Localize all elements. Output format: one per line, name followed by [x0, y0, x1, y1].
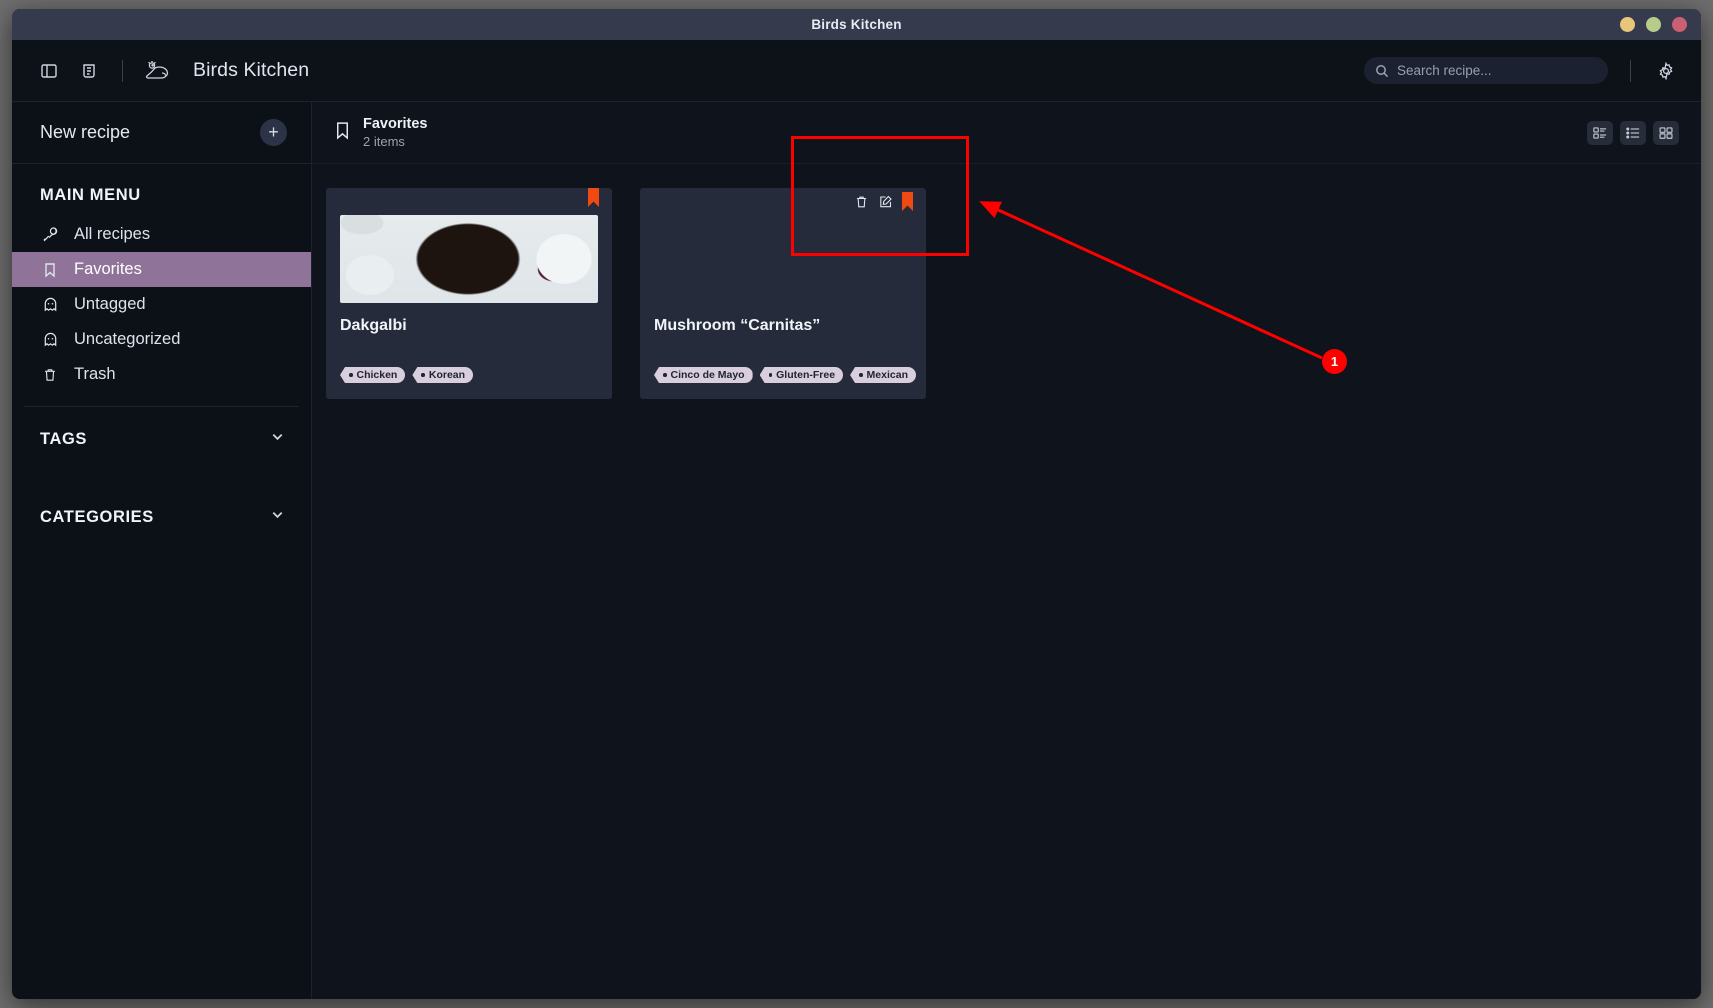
tag-label: Korean: [428, 369, 466, 381]
recipe-tag[interactable]: Chicken: [340, 367, 406, 383]
sidebar-item-label: All recipes: [74, 225, 151, 243]
tag-label: Chicken: [356, 369, 398, 381]
sidebar-item-label: Trash: [74, 365, 116, 383]
chevron-down-icon[interactable]: [270, 429, 285, 449]
title-bar: Birds Kitchen: [12, 9, 1701, 40]
sidebar-item-label: Uncategorized: [74, 330, 181, 348]
tag-label: Mexican: [866, 369, 908, 381]
sidebar-item-uncategorized[interactable]: Uncategorized: [12, 322, 311, 357]
recipe-title: Dakgalbi: [340, 317, 407, 334]
chevron-down-icon[interactable]: [270, 507, 285, 527]
minimize-button[interactable]: [1620, 17, 1635, 32]
recipe-thumbnail: [654, 215, 912, 303]
sidebar-item-label: Favorites: [74, 260, 142, 278]
categories-section-label: CATEGORIES: [40, 507, 154, 526]
sidebar-section-categories[interactable]: CATEGORIES: [12, 459, 311, 537]
recipe-tag[interactable]: Cinco de Mayo: [654, 367, 753, 383]
bird-logo-icon: [143, 59, 173, 83]
recipe-card[interactable]: Mushroom “Carnitas” Cinco de Mayo Gluten…: [640, 188, 926, 399]
sidebar-item-favorites[interactable]: Favorites: [12, 252, 311, 287]
recipe-tag[interactable]: Korean: [412, 367, 474, 383]
bookmark-icon: [334, 121, 351, 145]
panel-left-icon[interactable]: [36, 58, 62, 84]
recipe-thumbnail: [340, 215, 598, 303]
sidebar-item-label: Untagged: [74, 295, 146, 313]
recipe-title: Mushroom “Carnitas”: [654, 317, 821, 334]
content-title-group: Favorites 2 items: [363, 116, 427, 149]
view-mode-toggles: [1587, 120, 1679, 145]
maximize-button[interactable]: [1646, 17, 1661, 32]
close-button[interactable]: [1672, 17, 1687, 32]
ghost-icon: [40, 296, 60, 313]
window-controls: [1620, 9, 1687, 40]
tag-label: Gluten-Free: [776, 369, 836, 381]
detail-list-icon[interactable]: [1587, 120, 1613, 145]
sidebar: New recipe + MAIN MENU All recipes Favor…: [12, 102, 312, 999]
grid-icon[interactable]: [1653, 120, 1679, 145]
app-title: Birds Kitchen: [193, 59, 310, 81]
list-icon[interactable]: [1620, 120, 1646, 145]
edit-recipe-button[interactable]: [878, 194, 893, 210]
new-recipe-row[interactable]: New recipe +: [12, 102, 311, 164]
bookmark-flag-icon[interactable]: [588, 188, 599, 207]
tag-dot-icon: [349, 373, 353, 377]
sidebar-item-all-recipes[interactable]: All recipes: [12, 217, 311, 252]
tag-dot-icon: [663, 373, 667, 377]
main-content: Favorites 2 items Dakgalbi Chicken Korea…: [312, 102, 1701, 999]
tags-section-label: TAGS: [40, 429, 88, 448]
bookmark-flag-icon[interactable]: [902, 192, 913, 211]
sidebar-item-trash[interactable]: Trash: [12, 357, 311, 392]
tag-label: Cinco de Mayo: [670, 369, 745, 381]
delete-recipe-button[interactable]: [854, 194, 869, 210]
search-icon: [1375, 64, 1389, 78]
main-menu-heading: MAIN MENU: [40, 186, 141, 204]
recipe-card[interactable]: Dakgalbi Chicken Korean: [326, 188, 612, 399]
header-right-group: [1364, 57, 1679, 84]
recipe-card-grid: Dakgalbi Chicken Korean Mushroom “Carnit…: [312, 164, 1701, 399]
tag-dot-icon: [421, 373, 425, 377]
drumstick-icon: [40, 226, 60, 243]
gear-icon[interactable]: [1653, 58, 1679, 84]
plus-icon[interactable]: +: [260, 119, 287, 146]
page-title: Favorites: [363, 116, 428, 132]
new-recipe-label: New recipe: [40, 122, 131, 142]
content-header: Favorites 2 items: [312, 102, 1701, 164]
header-right-divider: [1630, 59, 1631, 82]
recipe-tag[interactable]: Mexican: [850, 367, 916, 383]
tag-dot-icon: [859, 373, 863, 377]
recipe-tag-list: Chicken Korean: [340, 367, 474, 383]
search-box[interactable]: [1364, 57, 1608, 84]
recipe-tag-list: Cinco de Mayo Gluten-Free Mexican: [654, 367, 916, 383]
sidebar-item-untagged[interactable]: Untagged: [12, 287, 311, 322]
sidebar-section-tags[interactable]: TAGS: [12, 407, 311, 459]
header-left-group: Birds Kitchen: [36, 58, 309, 84]
app-window: Birds Kitchen Birds Kitchen Search recip…: [12, 9, 1701, 999]
header-divider: [122, 59, 123, 82]
measuring-cup-icon[interactable]: [76, 58, 102, 84]
app-header: Birds Kitchen: [12, 40, 1701, 102]
tag-dot-icon: [768, 373, 773, 377]
recipe-tag[interactable]: Gluten-Free: [759, 367, 844, 383]
window-title: Birds Kitchen: [811, 17, 902, 32]
item-count: 2 items: [363, 134, 405, 149]
ghost-icon: [40, 331, 60, 348]
app-body: New recipe + MAIN MENU All recipes Favor…: [12, 102, 1701, 999]
bookmark-icon: [40, 262, 60, 278]
search-input[interactable]: [1397, 63, 1597, 78]
trash-icon: [40, 367, 60, 383]
recipe-card-actions: [854, 192, 913, 211]
